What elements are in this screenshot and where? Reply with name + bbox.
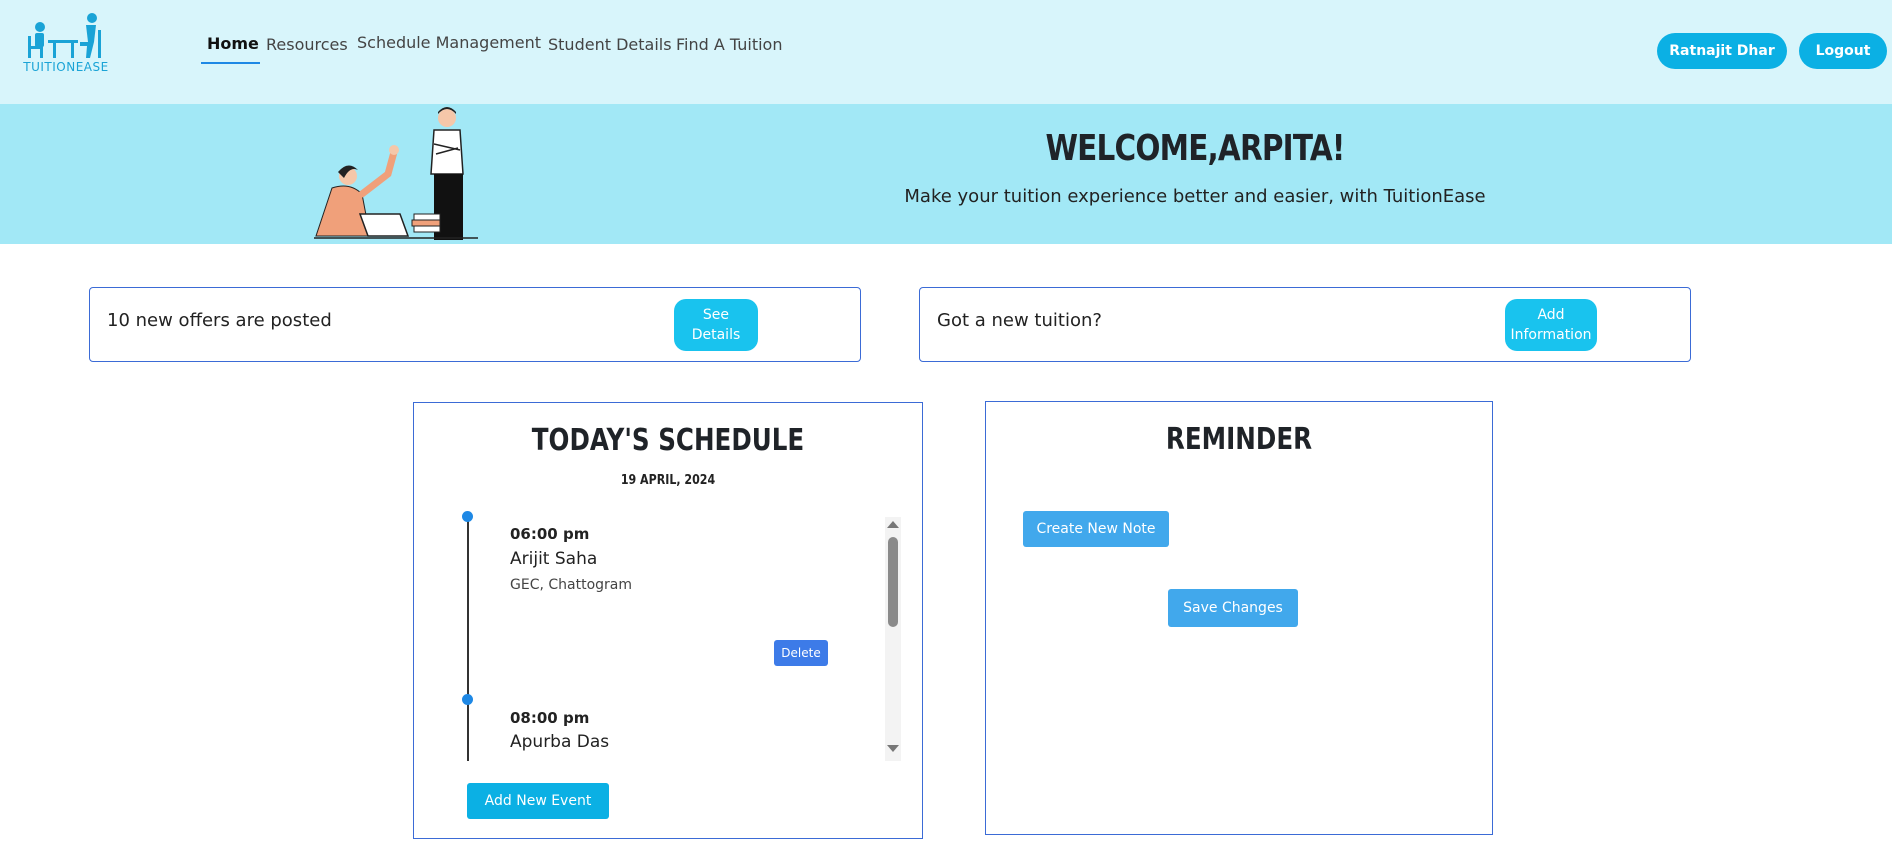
logout-button[interactable]: Logout (1799, 33, 1887, 69)
event-location: GEC, Chattogram (510, 577, 633, 593)
scroll-up-arrow-icon[interactable] (885, 518, 901, 530)
timeline-dot (462, 694, 473, 705)
nav-find-a-tuition[interactable]: Find A Tuition (676, 35, 782, 54)
nav-resources[interactable]: Resources (266, 35, 348, 54)
save-changes-button[interactable]: Save Changes (1168, 589, 1298, 627)
new-offers-text: 10 new offers are posted (107, 310, 332, 331)
nav-student-details[interactable]: Student Details (548, 35, 672, 54)
timeline-dot (462, 511, 473, 522)
welcome-tagline: Make your tuition experience better and … (904, 186, 1486, 207)
timeline-line (467, 517, 469, 761)
delete-event-button[interactable]: Delete (774, 640, 828, 666)
add-information-button[interactable]: Add Information (1505, 299, 1597, 351)
event-time: 08:00 pm (510, 709, 590, 727)
todays-schedule-panel: TODAY'S SCHEDULE 19 APRIL, 2024 06:00 pm… (413, 402, 923, 839)
event-student-name: Apurba Das (510, 732, 610, 752)
user-profile-button[interactable]: Ratnajit Dhar (1657, 33, 1787, 69)
event-time: 06:00 pm (510, 525, 590, 543)
see-details-button[interactable]: See Details (674, 299, 758, 351)
create-new-note-button[interactable]: Create New Note (1023, 511, 1169, 547)
nav-schedule-management[interactable]: Schedule Management (357, 33, 541, 52)
schedule-title: TODAY'S SCHEDULE (531, 423, 805, 458)
new-tuition-text: Got a new tuition? (937, 310, 1102, 331)
schedule-date: 19 APRIL, 2024 (620, 473, 716, 488)
reminder-title: REMINDER (1165, 422, 1313, 457)
add-new-event-button[interactable]: Add New Event (467, 783, 609, 819)
scroll-down-arrow-icon[interactable] (885, 743, 901, 755)
welcome-banner: WELCOME,ARPITA! Make your tuition experi… (0, 104, 1892, 244)
reminder-panel: REMINDER Create New Note Save Changes (985, 401, 1493, 835)
brand-name: TUITIONEASE (23, 60, 109, 74)
nav-home[interactable]: Home (207, 34, 259, 53)
scrollbar-thumb[interactable] (888, 537, 898, 627)
welcome-heading: WELCOME,ARPITA! (1045, 128, 1345, 169)
new-tuition-card: Got a new tuition? Add Information (919, 287, 1691, 362)
new-offers-card: 10 new offers are posted See Details (89, 287, 861, 362)
students-illustration-icon (314, 107, 478, 240)
top-navbar: TUITIONEASE Home Resources Schedule Mana… (0, 0, 1892, 104)
nav-active-underline (201, 62, 260, 64)
event-student-name: Arijit Saha (510, 549, 598, 569)
